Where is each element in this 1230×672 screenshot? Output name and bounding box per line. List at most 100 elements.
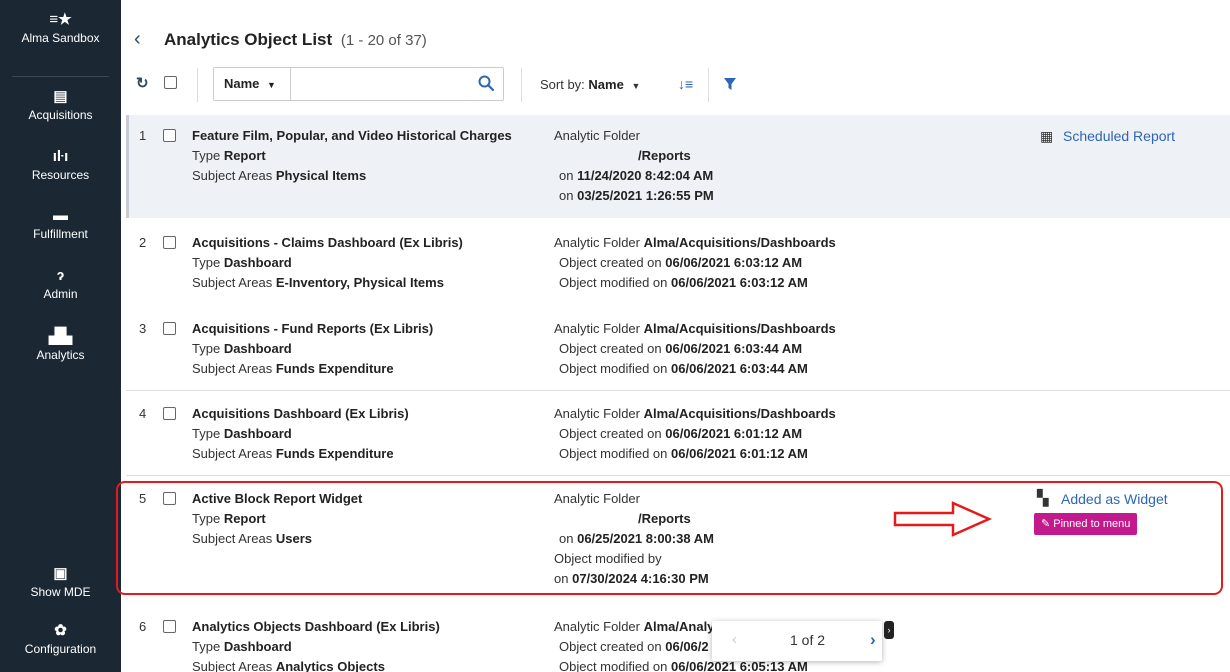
modified-label: Object modified on	[559, 275, 668, 290]
toolbar-divider	[197, 68, 198, 102]
subject-label: Subject Areas	[192, 168, 273, 183]
object-type: Report	[223, 148, 266, 163]
nav-item-acquisitions[interactable]: ▤ Acquisitions	[0, 88, 121, 123]
row-number: 6	[139, 619, 147, 634]
folder-path: Alma/Acquisitions/Dashboards	[643, 406, 836, 421]
toolbar-divider	[708, 68, 709, 102]
chevron-down-icon: ▼	[631, 81, 641, 91]
nav-item-label: Configuration	[24, 642, 97, 656]
subject-areas: Physical Items	[275, 168, 367, 183]
chevron-left-icon[interactable]: ‹	[732, 631, 737, 648]
nav-item-analytics[interactable]: ▟▙ Analytics	[0, 328, 121, 363]
row-checkbox[interactable]	[163, 407, 176, 420]
select-all-checkbox[interactable]	[164, 76, 177, 89]
row-divider	[126, 475, 1230, 476]
object-meta: Analytic Folder Alma/Acquisitions/Dashbo…	[554, 404, 974, 464]
object-name[interactable]: Acquisitions - Claims Dashboard (Ex Libr…	[192, 233, 612, 253]
created-date: 06/06/2021 6:01:12 AM	[665, 426, 803, 441]
pagination: ‹ 1 of 2 ›	[712, 621, 882, 661]
created-date: 06/06/2	[665, 639, 709, 654]
folder-path: /Reports	[638, 148, 691, 163]
search-input[interactable]	[294, 68, 474, 100]
result-count: (1 - 20 of 37)	[340, 32, 427, 49]
nav-item-admin[interactable]: ɂ Admin	[0, 268, 121, 302]
chevron-right-icon[interactable]: ›	[870, 630, 876, 650]
type-label: Type	[192, 639, 221, 654]
refresh-icon[interactable]: ↻	[136, 74, 149, 92]
table-row[interactable]: 2 Acquisitions - Claims Dashboard (Ex Li…	[126, 224, 1230, 304]
object-name[interactable]: Acquisitions Dashboard (Ex Libris)	[192, 404, 612, 424]
calendar-clock-icon: ▦	[1040, 128, 1054, 144]
scheduled-report-link[interactable]: Scheduled Report	[1063, 126, 1175, 146]
sort-value: Name	[588, 77, 624, 92]
archive-box-icon: ▬	[53, 207, 68, 224]
table-row[interactable]: 6 Analytics Objects Dashboard (Ex Libris…	[126, 608, 1230, 672]
created-label: Object created on	[559, 341, 662, 356]
row-divider	[126, 390, 1230, 391]
object-name[interactable]: Acquisitions - Fund Reports (Ex Libris)	[192, 319, 612, 339]
nav-brand-label: Alma Sandbox	[21, 31, 100, 45]
sort-direction-icon[interactable]: ↓≡	[678, 76, 693, 92]
chevron-down-icon: ▼	[267, 80, 276, 90]
bar-chart-icon: ▟▙	[48, 328, 73, 345]
pager-collapse-icon[interactable]: ›	[884, 621, 894, 639]
object-info: Acquisitions Dashboard (Ex Libris) Type …	[192, 404, 612, 464]
subject-label: Subject Areas	[192, 446, 273, 461]
created-label: Object created on	[559, 255, 662, 270]
created-date: 06/06/2021 6:03:12 AM	[665, 255, 803, 270]
object-name[interactable]: Feature Film, Popular, and Video Histori…	[192, 126, 612, 146]
page-title-text: Analytics Object List	[164, 30, 333, 49]
search-field-dropdown[interactable]: Name ▼	[214, 68, 291, 100]
folder-path: Alma/Acquisitions/Dashboards	[643, 235, 836, 250]
subject-areas: Analytics Objects	[275, 659, 385, 672]
created-date: 06/06/2021 6:03:44 AM	[665, 341, 803, 356]
menu-star-icon: ≡★	[49, 11, 72, 28]
nav-brand[interactable]: ≡★ Alma Sandbox	[0, 11, 121, 46]
object-type: Dashboard	[223, 639, 292, 654]
subject-areas: Funds Expenditure	[275, 361, 394, 376]
folder-label: Analytic Folder	[554, 619, 640, 634]
nav-item-configuration[interactable]: ✿ Configuration	[0, 623, 121, 657]
folder-label: Analytic Folder	[554, 406, 640, 421]
object-name[interactable]: Analytics Objects Dashboard (Ex Libris)	[192, 617, 612, 637]
object-info: Analytics Objects Dashboard (Ex Libris) …	[192, 617, 612, 672]
row-checkbox[interactable]	[163, 620, 176, 633]
modified-date: 06/06/2021 6:03:12 AM	[671, 275, 808, 290]
object-info: Feature Film, Popular, and Video Histori…	[192, 126, 612, 186]
sort-label: Sort by:	[540, 77, 585, 92]
row-number: 1	[139, 128, 147, 143]
subject-label: Subject Areas	[192, 361, 273, 376]
ledger-icon: ▤	[53, 88, 68, 105]
created-label: Object created on	[559, 639, 662, 654]
table-row[interactable]: 1 Feature Film, Popular, and Video Histo…	[126, 115, 1230, 218]
object-meta: Analytic Folder /Reports on 11/24/2020 8…	[554, 126, 974, 206]
row-checkbox[interactable]	[163, 129, 176, 142]
toolbar-divider	[521, 68, 522, 102]
search-icon[interactable]	[477, 74, 495, 92]
left-nav: ≡★ Alma Sandbox ▤ Acquisitions ıŀı Resou…	[0, 0, 121, 672]
folder-label: Analytic Folder	[554, 235, 640, 250]
nav-divider	[12, 76, 109, 77]
row-number: 2	[139, 235, 147, 250]
row-checkbox[interactable]	[163, 236, 176, 249]
modified-date: 06/06/2021 6:01:12 AM	[671, 446, 808, 461]
nav-item-show-mde[interactable]: ▣ Show MDE	[0, 566, 121, 600]
table-row[interactable]: 3 Acquisitions - Fund Reports (Ex Libris…	[126, 310, 1230, 386]
row-checkbox[interactable]	[163, 322, 176, 335]
table-row[interactable]: 4 Acquisitions Dashboard (Ex Libris) Typ…	[126, 395, 1230, 471]
filter-icon[interactable]	[723, 77, 737, 91]
subject-label: Subject Areas	[192, 659, 273, 672]
page-indicator: 1 of 2	[790, 632, 826, 648]
modified-label: Object modified on	[559, 361, 668, 376]
row-number: 3	[139, 321, 147, 336]
nav-item-resources[interactable]: ıŀı Resources	[0, 149, 121, 183]
object-meta: Analytic Folder Alma/Acquisitions/Dashbo…	[554, 233, 974, 293]
nav-item-fulfillment[interactable]: ▬ Fulfillment	[0, 207, 121, 242]
subject-label: Subject Areas	[192, 275, 273, 290]
sort-dropdown[interactable]: Sort by: Name ▼	[540, 77, 640, 92]
subject-areas: E-Inventory, Physical Items	[275, 275, 444, 290]
back-icon[interactable]: ‹	[134, 28, 141, 51]
search-field-label: Name	[224, 76, 260, 91]
type-label: Type	[192, 341, 221, 356]
nav-item-label: Analytics	[36, 348, 85, 362]
